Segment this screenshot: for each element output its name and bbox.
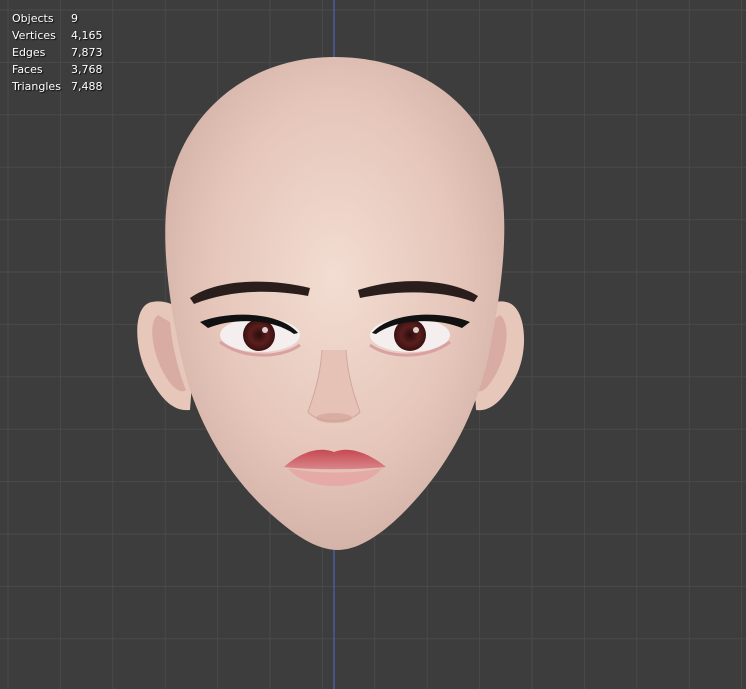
stat-value: 7,873 — [71, 46, 103, 59]
overlay-statistics: Objects 9 Vertices 4,165 Edges 7,873 Faces 3,76… — [12, 10, 103, 95]
stat-value: 3,768 — [71, 63, 103, 76]
stat-label: Vertices — [12, 29, 56, 42]
stat-label: Edges — [12, 46, 46, 59]
stat-label: Objects — [12, 12, 54, 25]
stat-row-objects: Objects 9 — [12, 10, 103, 27]
3d-viewport[interactable]: Objects 9 Vertices 4,165 Edges 7,873 Faces 3,76… — [0, 0, 746, 689]
stat-row-triangles: Triangles 7,488 — [12, 78, 103, 95]
stat-label: Triangles — [12, 80, 61, 93]
stat-label: Faces — [12, 63, 43, 76]
stat-value: 4,165 — [71, 29, 103, 42]
stat-row-vertices: Vertices 4,165 — [12, 27, 103, 44]
stat-row-edges: Edges 7,873 — [12, 44, 103, 61]
left-iris — [243, 319, 275, 351]
stat-row-faces: Faces 3,768 — [12, 61, 103, 78]
stat-value: 9 — [71, 12, 78, 25]
nose-tip-shadow — [316, 413, 352, 423]
head-model[interactable] — [0, 0, 746, 689]
stat-value: 7,488 — [71, 80, 103, 93]
right-pupil-highlight — [413, 327, 419, 333]
left-pupil-highlight — [262, 327, 268, 333]
